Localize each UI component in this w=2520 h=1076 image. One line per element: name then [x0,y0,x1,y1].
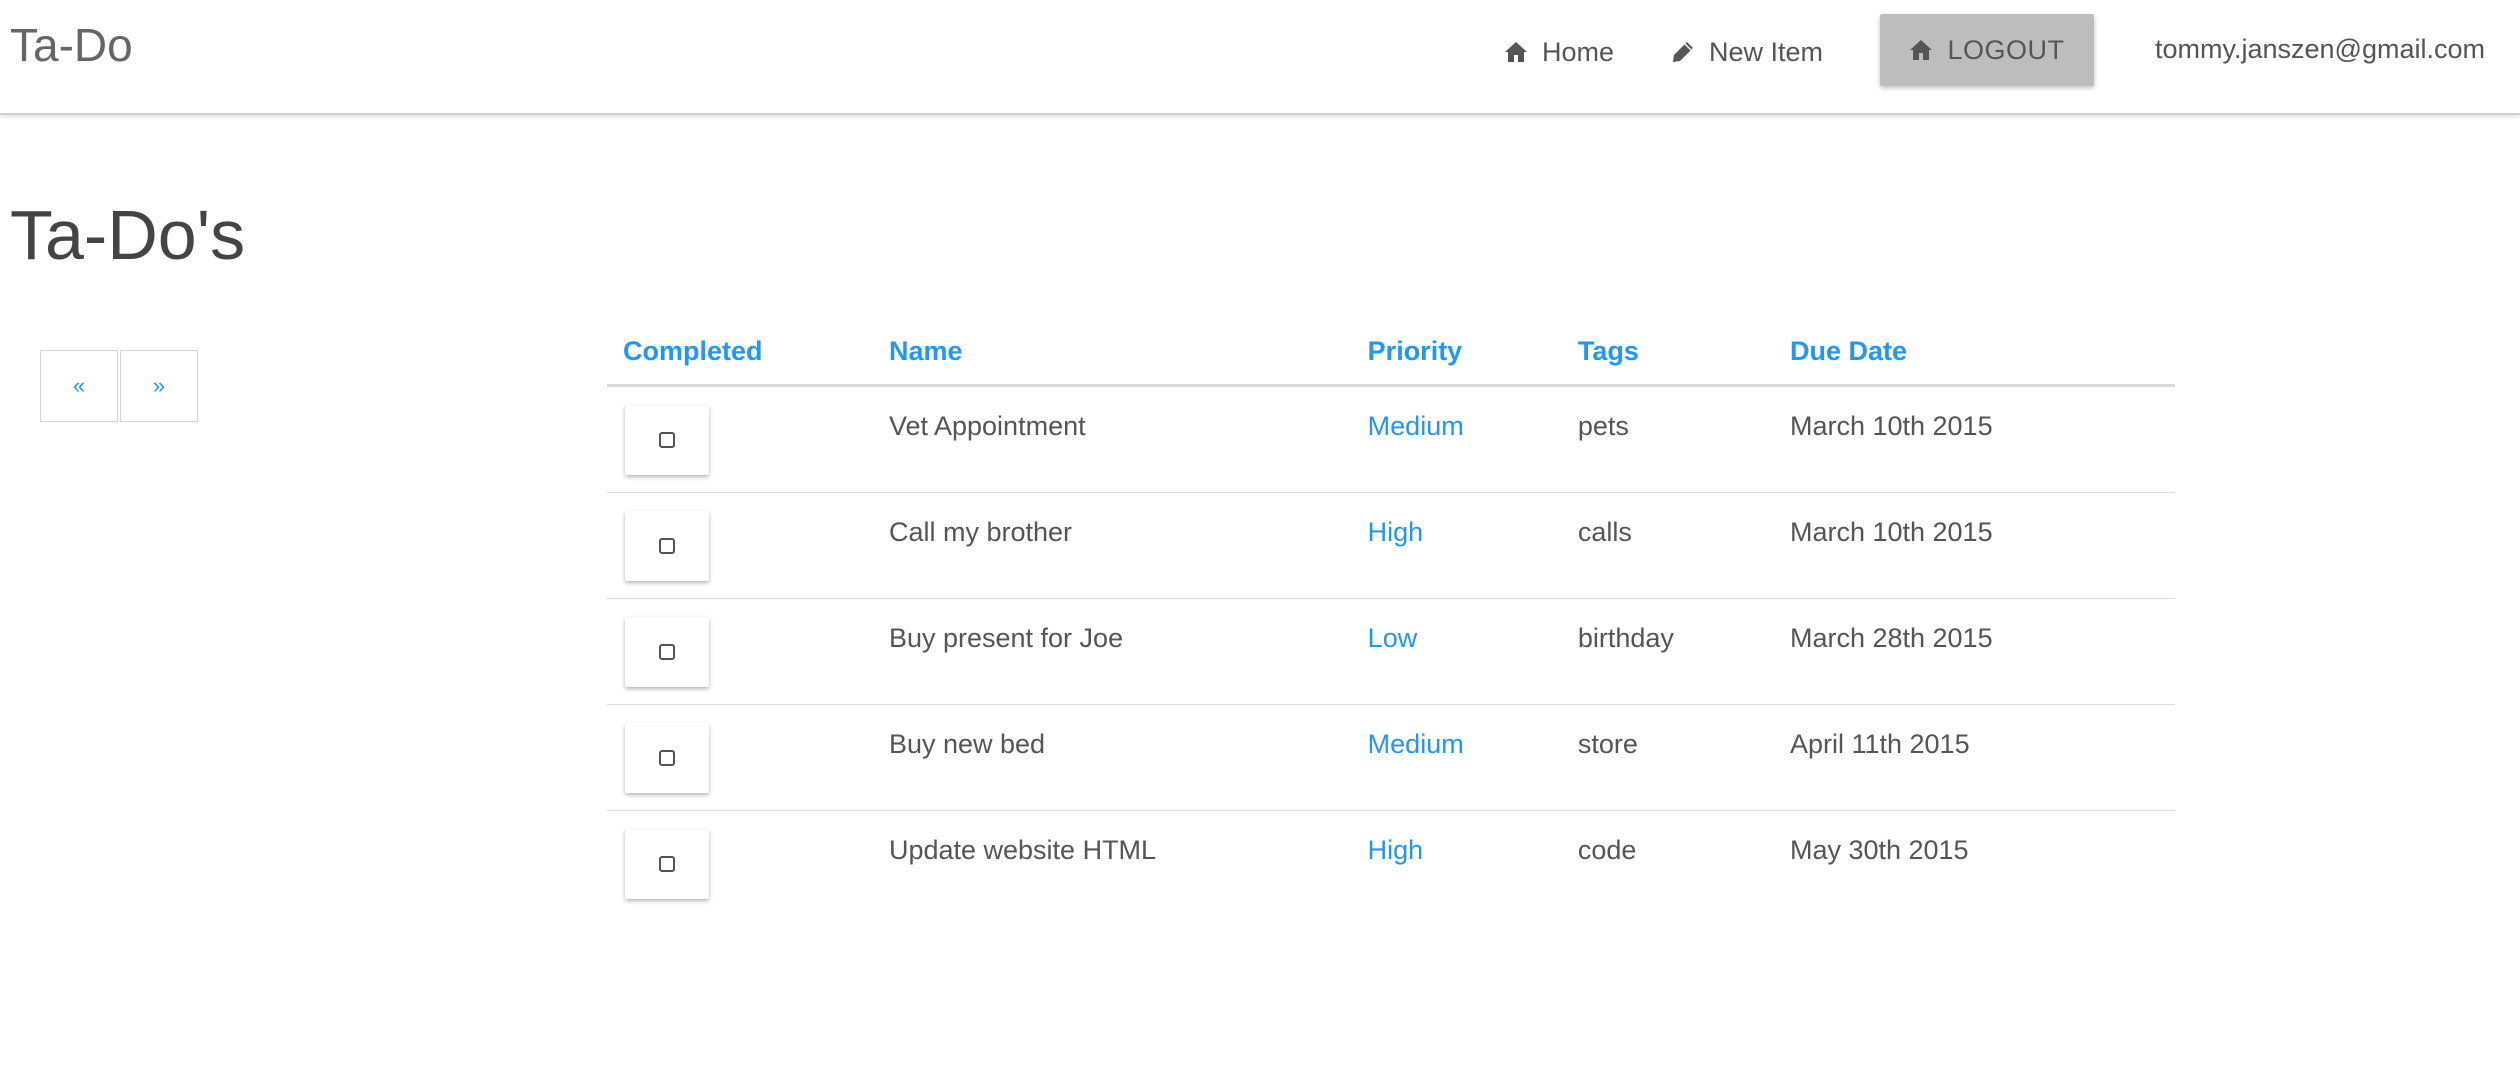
complete-checkbox[interactable] [625,405,709,475]
row-tags: code [1577,835,1637,865]
row-priority[interactable]: Medium [1368,387,1578,442]
row-tags: pets [1577,411,1629,441]
logout-label: LOGOUT [1947,34,2065,65]
header-tags[interactable]: Tags [1577,318,1790,387]
row-due-date: March 28th 2015 [1789,623,1993,653]
pager-next-button[interactable]: » [120,350,198,422]
table-row: Buy new bed Medium store April 11th 2015 [607,704,2175,811]
row-tags: calls [1577,517,1632,547]
logout-button[interactable]: LOGOUT [1880,14,2094,86]
brand-logo[interactable]: Ta-Do [10,18,133,72]
row-name: Update website HTML [888,835,1157,865]
checkbox-square-icon [659,750,675,766]
complete-checkbox[interactable] [625,829,709,899]
pager: « » [40,350,198,422]
table-row: Vet Appointment Medium pets March 10th 2… [607,385,2175,493]
nav-home-label: Home [1542,36,1615,67]
row-name: Buy new bed [888,729,1046,759]
nav-new-item-link[interactable]: New Item [1671,34,1823,70]
header-name[interactable]: Name [888,318,1368,387]
row-priority[interactable]: High [1368,493,1578,548]
complete-checkbox[interactable] [625,511,709,581]
row-name: Call my brother [888,517,1073,547]
complete-checkbox[interactable] [625,617,709,687]
nav-new-item-label: New Item [1709,36,1824,67]
checkbox-square-icon [659,538,675,554]
row-due-date: May 30th 2015 [1789,835,1969,865]
row-tags: store [1577,729,1638,759]
header-due-date[interactable]: Due Date [1789,318,2175,387]
home-icon [1505,42,1527,62]
row-due-date: March 10th 2015 [1789,411,1993,441]
table-row: Update website HTML High code May 30th 2… [607,811,2175,917]
table-row: Buy present for Joe Low birthday March 2… [607,598,2175,705]
row-priority[interactable]: High [1368,811,1578,866]
row-due-date: March 10th 2015 [1789,517,1993,547]
checkbox-square-icon [659,432,675,448]
row-priority[interactable]: Low [1368,599,1578,654]
row-name: Vet Appointment [888,411,1086,441]
checkbox-square-icon [659,644,675,660]
header-completed[interactable]: Completed [607,318,889,387]
table-header-row: Completed Name Priority Tags Due Date [607,318,2175,387]
complete-checkbox[interactable] [625,723,709,793]
top-navbar: Ta-Do Home New Item LOGOUT tommy.janszen… [0,0,2520,115]
todo-table: Completed Name Priority Tags Due Date Ve… [607,318,2175,916]
header-priority[interactable]: Priority [1367,318,1578,387]
row-tags: birthday [1577,623,1674,653]
checkbox-square-icon [659,856,675,872]
table-row: Call my brother High calls March 10th 20… [607,492,2175,599]
pager-prev-button[interactable]: « [40,350,118,422]
nav-home-link[interactable]: Home [1504,34,1614,70]
row-name: Buy present for Joe [888,623,1124,653]
pencil-icon [1673,42,1693,62]
row-priority[interactable]: Medium [1368,705,1578,760]
home-icon [1910,40,1933,60]
row-due-date: April 11th 2015 [1789,729,1970,759]
page-title: Ta-Do's [10,196,246,274]
user-email: tommy.janszen@gmail.com [2155,34,2485,64]
